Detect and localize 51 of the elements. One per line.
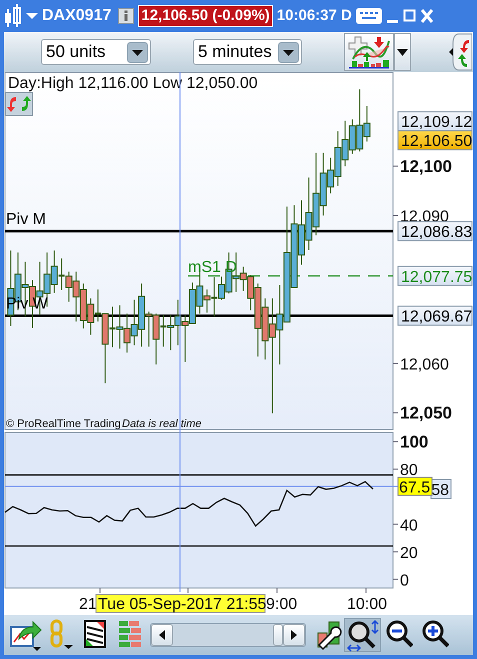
instrument-title[interactable]: DAX0917 [42, 4, 112, 28]
axis-label: 12,060 [400, 356, 449, 374]
axis-label: 0 [400, 572, 409, 590]
time-label: 10:00 [347, 596, 388, 613]
caret-icon [278, 42, 299, 62]
clock-text: 10:06:37 D [276, 6, 352, 26]
axis-label: 100 [400, 432, 428, 452]
zoom-tool-icon [346, 618, 379, 652]
line-label: Piv M [6, 211, 46, 228]
indicators-button[interactable] [344, 33, 394, 71]
interval-dropdown[interactable]: 5 minutes [193, 39, 302, 65]
keyboard-icon[interactable] [356, 6, 382, 26]
scroll-thumb[interactable] [273, 624, 283, 646]
axis-label: 12,050 [400, 404, 452, 423]
units-dropdown[interactable]: 50 units [41, 39, 151, 65]
caret-icon[interactable] [26, 12, 38, 20]
indicators-icon [347, 35, 391, 69]
caret-icon [397, 48, 408, 56]
refresh-button[interactable] [5, 92, 33, 116]
current-price-tag: 12,106.50 [398, 130, 472, 150]
price-tag: 12,109.12 [398, 111, 472, 132]
price-badge: 12,106.50 (-0.09%) [138, 5, 273, 27]
indicators-menu-button[interactable] [394, 33, 411, 71]
copyright-text: © ProRealTime Trading [6, 418, 121, 430]
axis-label: 12,100 [400, 157, 452, 176]
swap-arrows-icon[interactable] [449, 32, 472, 72]
price-tag: 12,086.83 [398, 221, 472, 242]
value-tag: 58 [430, 479, 452, 499]
axis-label: 80 [400, 462, 418, 480]
chart-settings-icon [314, 618, 342, 652]
maximize-icon[interactable] [402, 8, 416, 24]
left-arrow-icon [159, 630, 165, 640]
time-label: 9:00 [266, 596, 298, 613]
caret-icon [127, 42, 148, 62]
axis-label: 20 [400, 544, 418, 562]
zoom-tool-button[interactable] [344, 618, 381, 652]
price-tag: 12,069.67 [398, 306, 472, 326]
chart-export-icon [8, 618, 42, 652]
info-icon[interactable] [118, 8, 134, 24]
scrollbar[interactable] [150, 623, 306, 647]
candlestick-icon[interactable] [4, 3, 22, 29]
scroll-right-button[interactable] [283, 624, 305, 646]
scroll-left-button[interactable] [151, 624, 173, 646]
price-tag: 12,077.75 [398, 266, 472, 286]
chain-icon [48, 618, 74, 652]
axis-label: 40 [400, 517, 418, 534]
status-text: Data is real time [122, 418, 202, 430]
right-arrow-icon [291, 630, 297, 640]
time-label: 21 [79, 596, 97, 613]
cursor-value-tag: 67.5 [398, 476, 432, 496]
close-icon[interactable] [420, 8, 434, 24]
